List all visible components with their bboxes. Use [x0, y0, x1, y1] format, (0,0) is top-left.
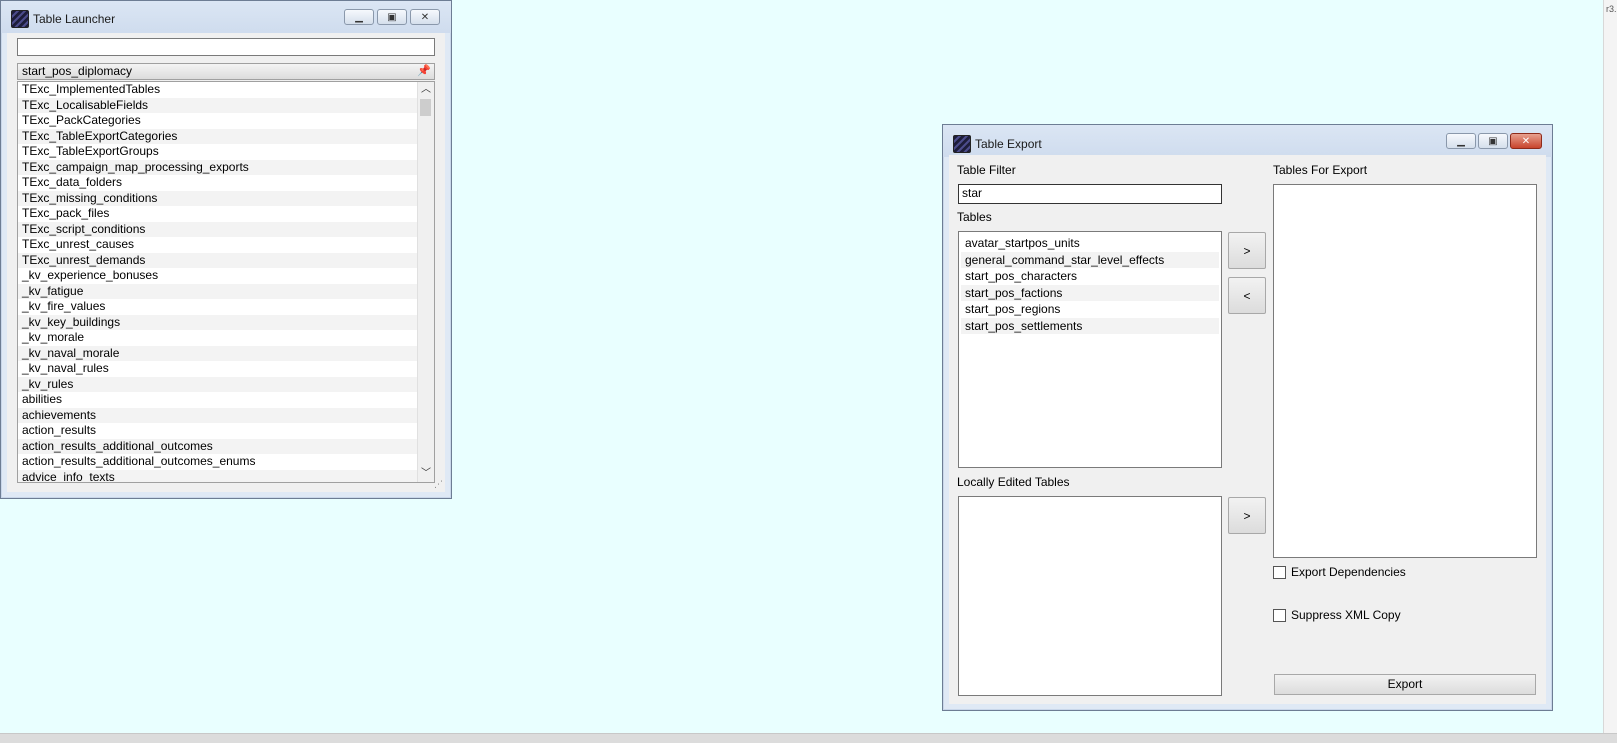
launcher-search-input[interactable]: [17, 38, 435, 56]
export-dependencies-label: Export Dependencies: [1291, 565, 1406, 579]
launcher-client: start_pos_diplomacy 📌 TExc_ImplementedTa…: [7, 33, 445, 492]
list-header-label: start_pos_diplomacy: [22, 64, 133, 78]
list-item[interactable]: _kv_fatigue: [18, 283, 417, 299]
list-item[interactable]: TExc_script_conditions: [18, 221, 417, 237]
list-item[interactable]: TExc_unrest_causes: [18, 237, 417, 253]
minimize-button[interactable]: ▁: [344, 9, 374, 25]
list-item[interactable]: TExc_TableExportGroups: [18, 144, 417, 160]
launcher-title: Table Launcher: [33, 12, 116, 26]
scroll-down-icon[interactable]: ﹀: [418, 466, 434, 482]
table-item[interactable]: start_pos_factions: [961, 284, 1219, 301]
suppress-xml-label: Suppress XML Copy: [1291, 608, 1401, 622]
list-item[interactable]: _kv_naval_morale: [18, 345, 417, 361]
maximize-button[interactable]: ▣: [1478, 133, 1508, 149]
locally-edited-label: Locally Edited Tables: [957, 475, 1070, 489]
close-button[interactable]: ✕: [1510, 133, 1542, 149]
add-local-to-export-button[interactable]: >: [1228, 497, 1266, 534]
app-icon: [11, 10, 29, 28]
list-item[interactable]: TExc_pack_files: [18, 206, 417, 222]
list-item[interactable]: action_results_additional_outcomes_enums: [18, 454, 417, 470]
scroll-thumb[interactable]: [420, 99, 431, 116]
export-titlebar[interactable]: Table Export ▁ ▣ ✕: [943, 125, 1552, 157]
suppress-xml-checkbox[interactable]: Suppress XML Copy: [1273, 608, 1401, 622]
list-item[interactable]: advice_info_texts: [18, 469, 417, 482]
table-launcher-window: Table Launcher ▁ ▣ ✕ start_pos_diplomacy…: [0, 0, 452, 499]
list-item[interactable]: TExc_LocalisableFields: [18, 97, 417, 113]
table-item[interactable]: start_pos_settlements: [961, 317, 1219, 334]
list-item[interactable]: TExc_TableExportCategories: [18, 128, 417, 144]
tables-for-export-list[interactable]: [1273, 184, 1537, 558]
close-icon: ✕: [420, 11, 430, 23]
taskbar-strip: [0, 733, 1617, 743]
table-export-window: Table Export ▁ ▣ ✕ Table Filter star Tab…: [942, 124, 1553, 711]
export-client: Table Filter star Tables avatar_startpos…: [949, 155, 1546, 704]
table-filter-label: Table Filter: [957, 163, 1016, 177]
list-item[interactable]: _kv_experience_bonuses: [18, 268, 417, 284]
maximize-icon: ▣: [1488, 135, 1498, 147]
list-item[interactable]: _kv_morale: [18, 330, 417, 346]
table-item[interactable]: start_pos_regions: [961, 301, 1219, 318]
launcher-titlebar[interactable]: Table Launcher ▁ ▣ ✕: [1, 1, 451, 33]
list-item[interactable]: TExc_unrest_demands: [18, 252, 417, 268]
resize-grip-icon[interactable]: ⋰: [434, 479, 443, 490]
maximize-icon: ▣: [387, 11, 397, 23]
tables-list[interactable]: avatar_startpos_units general_command_sta…: [958, 231, 1222, 468]
maximize-button[interactable]: ▣: [377, 9, 407, 25]
vertical-scrollbar[interactable]: ︿ ﹀: [417, 82, 434, 482]
list-item[interactable]: _kv_naval_rules: [18, 361, 417, 377]
list-item[interactable]: _kv_rules: [18, 376, 417, 392]
table-filter-input[interactable]: star: [958, 184, 1222, 204]
export-dependencies-checkbox[interactable]: Export Dependencies: [1273, 565, 1406, 579]
list-item[interactable]: _kv_key_buildings: [18, 314, 417, 330]
list-header[interactable]: start_pos_diplomacy 📌: [17, 63, 435, 80]
list-item[interactable]: achievements: [18, 407, 417, 423]
close-icon: ✕: [1521, 135, 1531, 147]
close-button[interactable]: ✕: [410, 9, 440, 25]
right-edge-strip: r3.: [1603, 0, 1617, 734]
table-list[interactable]: TExc_ImplementedTables TExc_LocalisableFi…: [17, 81, 435, 483]
add-to-export-button[interactable]: >: [1228, 232, 1266, 269]
list-item[interactable]: TExc_missing_conditions: [18, 190, 417, 206]
minimize-icon: ▁: [1457, 135, 1465, 147]
checkbox-box[interactable]: [1273, 565, 1286, 579]
minimize-icon: ▁: [355, 11, 363, 23]
list-item[interactable]: TExc_data_folders: [18, 175, 417, 191]
list-item[interactable]: TExc_campaign_map_processing_exports: [18, 159, 417, 175]
table-item[interactable]: start_pos_characters: [961, 268, 1219, 285]
tables-label: Tables: [957, 210, 992, 224]
list-item[interactable]: TExc_PackCategories: [18, 113, 417, 129]
locally-edited-list[interactable]: [958, 496, 1222, 696]
list-item[interactable]: abilities: [18, 392, 417, 408]
list-item[interactable]: action_results: [18, 423, 417, 439]
checkbox-box[interactable]: [1273, 608, 1286, 622]
table-item[interactable]: avatar_startpos_units: [961, 235, 1219, 252]
remove-from-export-button[interactable]: <: [1228, 277, 1266, 314]
export-button[interactable]: Export: [1274, 674, 1536, 695]
list-item[interactable]: action_results_additional_outcomes: [18, 438, 417, 454]
app-icon: [953, 135, 971, 153]
pin-icon[interactable]: 📌: [417, 64, 431, 79]
table-item[interactable]: general_command_star_level_effects: [961, 251, 1219, 268]
scroll-up-icon[interactable]: ︿: [418, 82, 434, 98]
minimize-button[interactable]: ▁: [1446, 133, 1476, 149]
list-item[interactable]: TExc_ImplementedTables: [18, 82, 417, 98]
list-item[interactable]: _kv_fire_values: [18, 299, 417, 315]
edge-text: r3.: [1606, 4, 1617, 14]
tables-for-export-label: Tables For Export: [1273, 163, 1368, 177]
export-title: Table Export: [975, 137, 1042, 151]
